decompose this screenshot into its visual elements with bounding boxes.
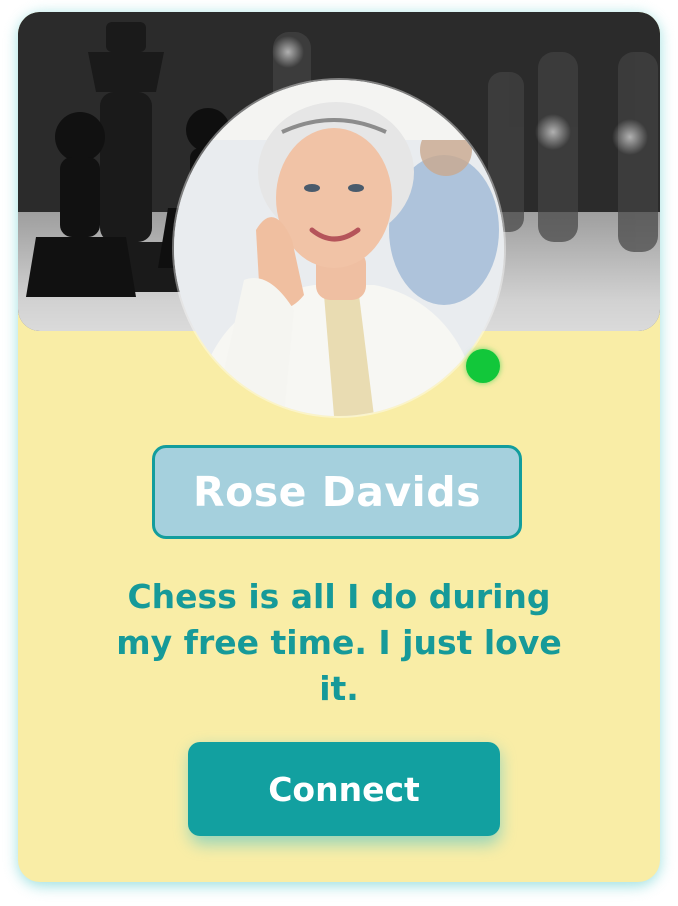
online-status-indicator [466,349,500,383]
connect-button[interactable]: Connect [188,742,500,836]
avatar[interactable] [174,80,504,416]
connect-button-label: Connect [268,769,420,809]
profile-photo [174,80,504,416]
profile-bio: Chess is all I do during my free time. I… [116,577,562,708]
profile-name: Rose Davids [193,468,481,516]
name-badge: Rose Davids [152,445,522,539]
profile-card: Rose Davids Chess is all I do during my … [18,12,660,882]
